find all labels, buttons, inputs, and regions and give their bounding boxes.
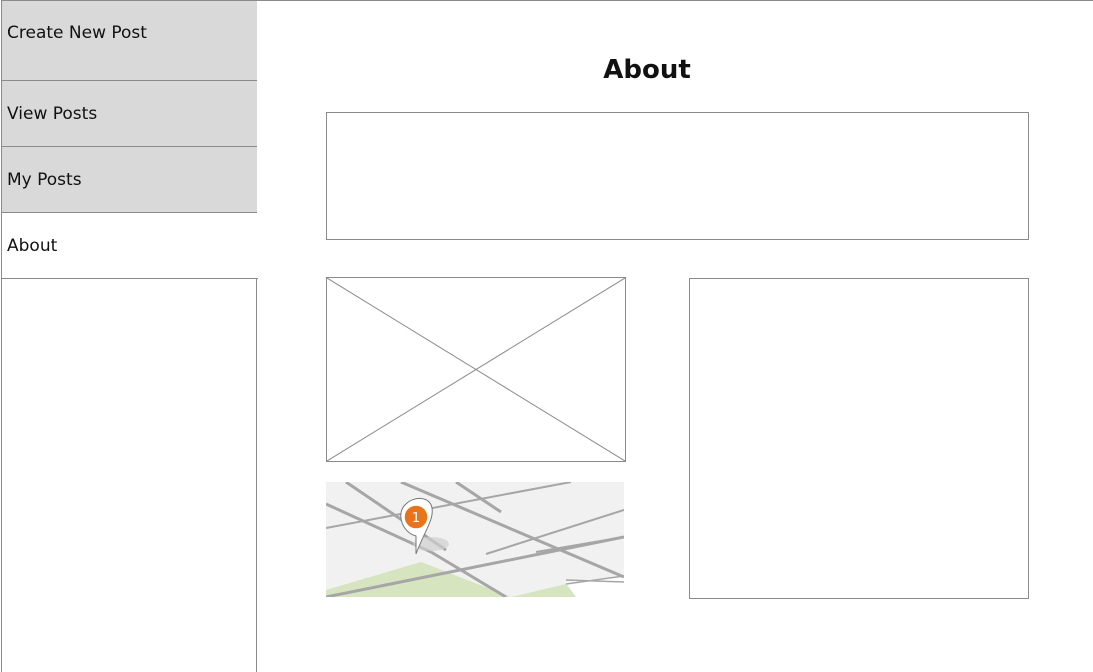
main-top-divider (257, 0, 1093, 1)
sidebar-item-view-posts[interactable]: View Posts (2, 81, 257, 147)
sidebar-nav: Create New Post View Posts My Posts Abou… (1, 0, 258, 672)
sidebar-item-about[interactable]: About (2, 213, 258, 279)
sidebar-item-label: My Posts (7, 169, 82, 190)
image-placeholder (326, 277, 626, 462)
image-placeholder-cross-icon (327, 278, 625, 461)
sidebar-item-create-new-post[interactable]: Create New Post (2, 0, 257, 81)
about-text-box (326, 112, 1029, 240)
map-graphic: 1 (326, 482, 624, 597)
map-marker-label: 1 (412, 511, 420, 526)
side-content-box (689, 278, 1029, 599)
page-title: About (603, 55, 691, 85)
sidebar-item-label: Create New Post (7, 23, 147, 43)
sidebar-item-my-posts[interactable]: My Posts (2, 147, 257, 213)
sidebar-item-label: About (7, 235, 58, 256)
page: Create New Post View Posts My Posts Abou… (0, 0, 1093, 672)
location-map[interactable]: 1 (326, 482, 624, 597)
sidebar-item-label: View Posts (7, 103, 98, 124)
